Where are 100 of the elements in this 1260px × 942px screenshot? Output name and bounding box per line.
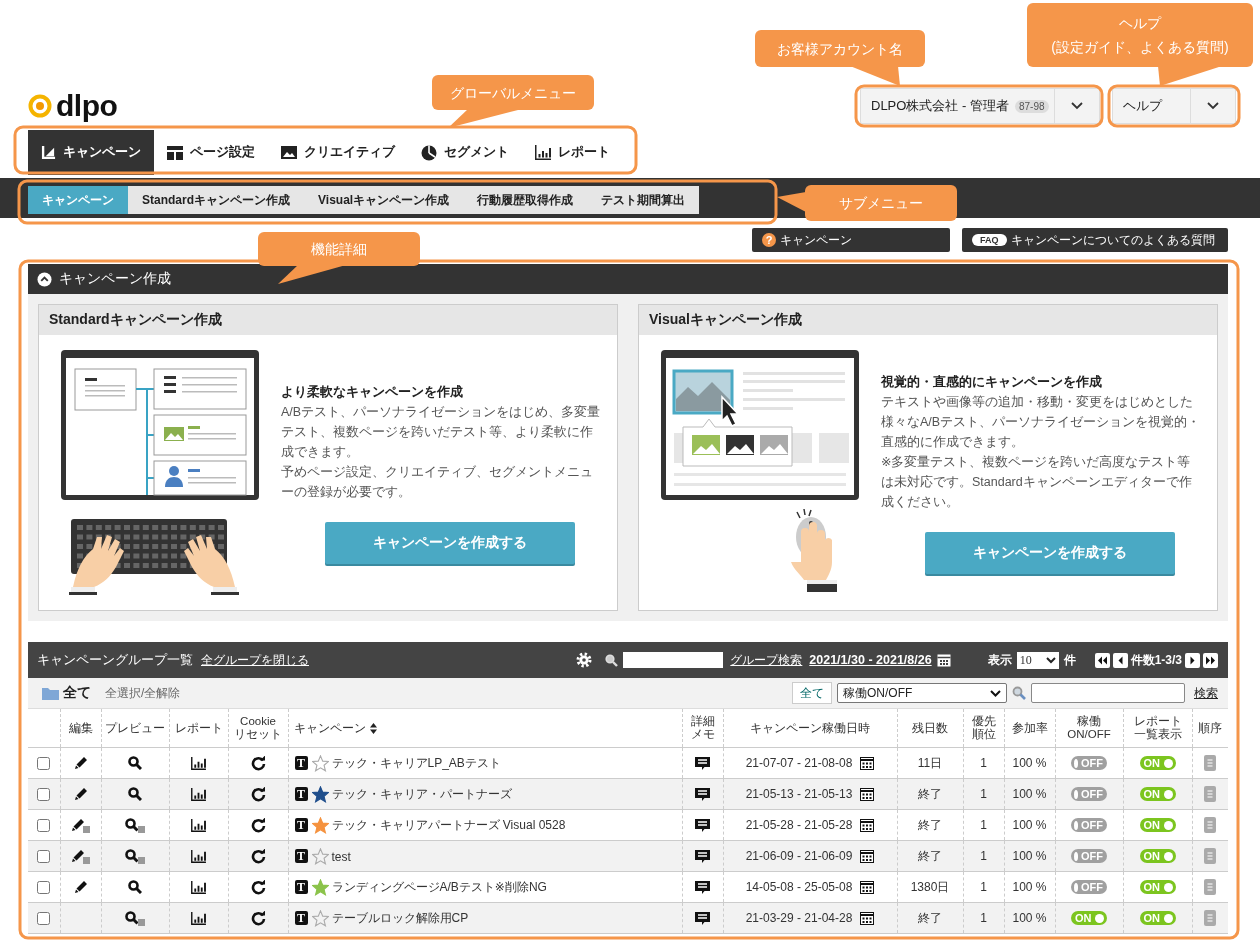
callout-text: 機能詳細 [311,240,367,259]
row-checkbox[interactable] [37,881,51,895]
calendar-icon[interactable] [936,653,951,667]
search-field[interactable] [1031,683,1185,703]
help-link[interactable]: ? キャンペーン [752,228,950,252]
row-checkbox[interactable] [37,757,51,771]
campaign-name[interactable]: テック・キャリアパートナーズ Visual 0528 [331,817,566,832]
submenu-tab[interactable]: Standardキャンペーン作成 [128,186,304,214]
reset-icon[interactable] [250,786,266,802]
date-range-link[interactable]: 2021/1/30 - 2021/8/26 [809,653,932,667]
row-checkbox[interactable] [37,788,51,802]
group-search-field[interactable] [623,652,724,668]
collapse-groups-link[interactable]: 全グループを閉じる [201,651,309,669]
page-size-label: 表示 [987,651,1012,669]
bar-chart-icon[interactable] [191,912,206,926]
magnifier-icon[interactable] [128,787,142,802]
drag-handle-icon[interactable] [1204,817,1217,833]
account-dropdown[interactable]: DLPO株式会社 - 管理者 87-98 [860,88,1100,124]
calendar-icon[interactable] [860,849,875,863]
reset-icon[interactable] [250,879,266,895]
last-page-button[interactable] [1203,652,1218,668]
drag-handle-icon[interactable] [1204,848,1217,864]
star-icon[interactable] [311,754,329,772]
row-checkbox[interactable] [37,912,51,926]
memo-icon[interactable] [695,786,710,802]
drag-handle-icon[interactable] [1204,879,1217,895]
magnifier-icon[interactable] [125,817,145,833]
help-link[interactable]: FAQ キャンペーンについてのよくある質問 [962,228,1228,252]
page-size-unit: 件 [1063,651,1076,669]
star-icon[interactable] [311,816,329,834]
submenu-tab[interactable]: 行動履歴取得作成 [463,186,588,214]
drag-handle-icon[interactable] [1204,786,1217,802]
submenu-tab[interactable]: Visualキャンペーン作成 [304,186,464,214]
next-page-button[interactable] [1185,652,1200,668]
column-header: 順序 [1197,721,1224,735]
memo-icon[interactable] [695,910,710,926]
bar-chart-icon[interactable] [191,850,206,864]
pencil-icon[interactable] [73,880,88,895]
campaign-name[interactable]: ランディングページA/Bテスト※削除NG [331,879,547,894]
logo-icon [28,94,52,118]
nav-tab[interactable]: キャンペーン [28,130,154,175]
folder-label[interactable]: 全て [63,684,91,702]
nav-tab[interactable]: ページ設定 [154,130,268,175]
reset-icon[interactable] [250,910,266,926]
pencil-icon[interactable] [71,817,90,833]
group-search-link[interactable]: グループ検索 [730,651,803,669]
drag-handle-icon[interactable] [1204,755,1217,771]
page-size-select[interactable]: 10 [1016,651,1059,669]
magnifier-icon[interactable] [125,848,145,864]
bar-chart-icon[interactable] [191,757,206,771]
reset-icon[interactable] [250,848,266,864]
nav-tab[interactable]: クリエイティブ [268,130,408,175]
settings-icon[interactable] [576,652,593,668]
reset-icon[interactable] [250,817,266,833]
star-icon[interactable] [311,878,329,896]
nav-tab[interactable]: セグメント [408,130,522,175]
star-icon[interactable] [311,909,329,927]
bar-chart-icon[interactable] [191,881,206,895]
calendar-icon[interactable] [860,880,875,894]
magnifier-icon[interactable] [125,910,145,926]
status-filter-select[interactable]: 稼働ON/OFF [837,683,1007,703]
reset-icon[interactable] [250,755,266,771]
card-title: Visualキャンペーン作成 [639,305,1217,335]
memo-icon[interactable] [695,848,710,864]
layout-icon [167,145,183,160]
bar-chart-icon[interactable] [191,788,206,802]
star-icon[interactable] [311,847,329,865]
pencil-icon[interactable] [73,756,88,771]
drag-handle-icon[interactable] [1204,910,1217,926]
bar-chart-icon[interactable] [191,819,206,833]
calendar-icon[interactable] [860,818,875,832]
magnifier-icon[interactable] [128,880,142,895]
campaign-name[interactable]: test [331,849,351,863]
memo-icon[interactable] [695,817,710,833]
memo-icon[interactable] [695,879,710,895]
row-checkbox[interactable] [37,850,51,864]
search-link[interactable]: 検索 [1194,684,1218,702]
calendar-icon[interactable] [860,756,875,770]
campaign-name[interactable]: テック・キャリア・パートナーズ [331,786,512,801]
all-filter-button[interactable]: 全て [792,682,832,704]
prev-page-button[interactable] [1112,652,1128,668]
calendar-icon[interactable] [860,911,875,925]
help-dropdown[interactable]: ヘルプ [1112,88,1236,124]
calendar-icon[interactable] [860,787,875,801]
pencil-icon[interactable] [71,848,90,864]
select-all-link[interactable]: 全選択/全解除 [105,684,181,702]
row-checkbox[interactable] [37,819,51,833]
nav-tab[interactable]: レポート [522,130,623,175]
table-cell: 1380日 [897,871,963,903]
sort-icon[interactable] [369,722,377,734]
pencil-icon[interactable] [73,787,88,802]
campaign-name[interactable]: テック・キャリアLP_ABテスト [331,755,501,770]
campaign-name[interactable]: テーブルロック解除用CP [331,910,469,925]
memo-icon[interactable] [695,755,710,771]
panel-header[interactable]: キャンペーン作成 [28,264,1228,294]
first-page-button[interactable] [1094,652,1110,668]
magnifier-icon[interactable] [128,756,142,771]
star-icon[interactable] [311,785,329,803]
submenu-tab[interactable]: テスト期間算出 [587,186,700,214]
column-header: 稼働 [1076,715,1102,728]
